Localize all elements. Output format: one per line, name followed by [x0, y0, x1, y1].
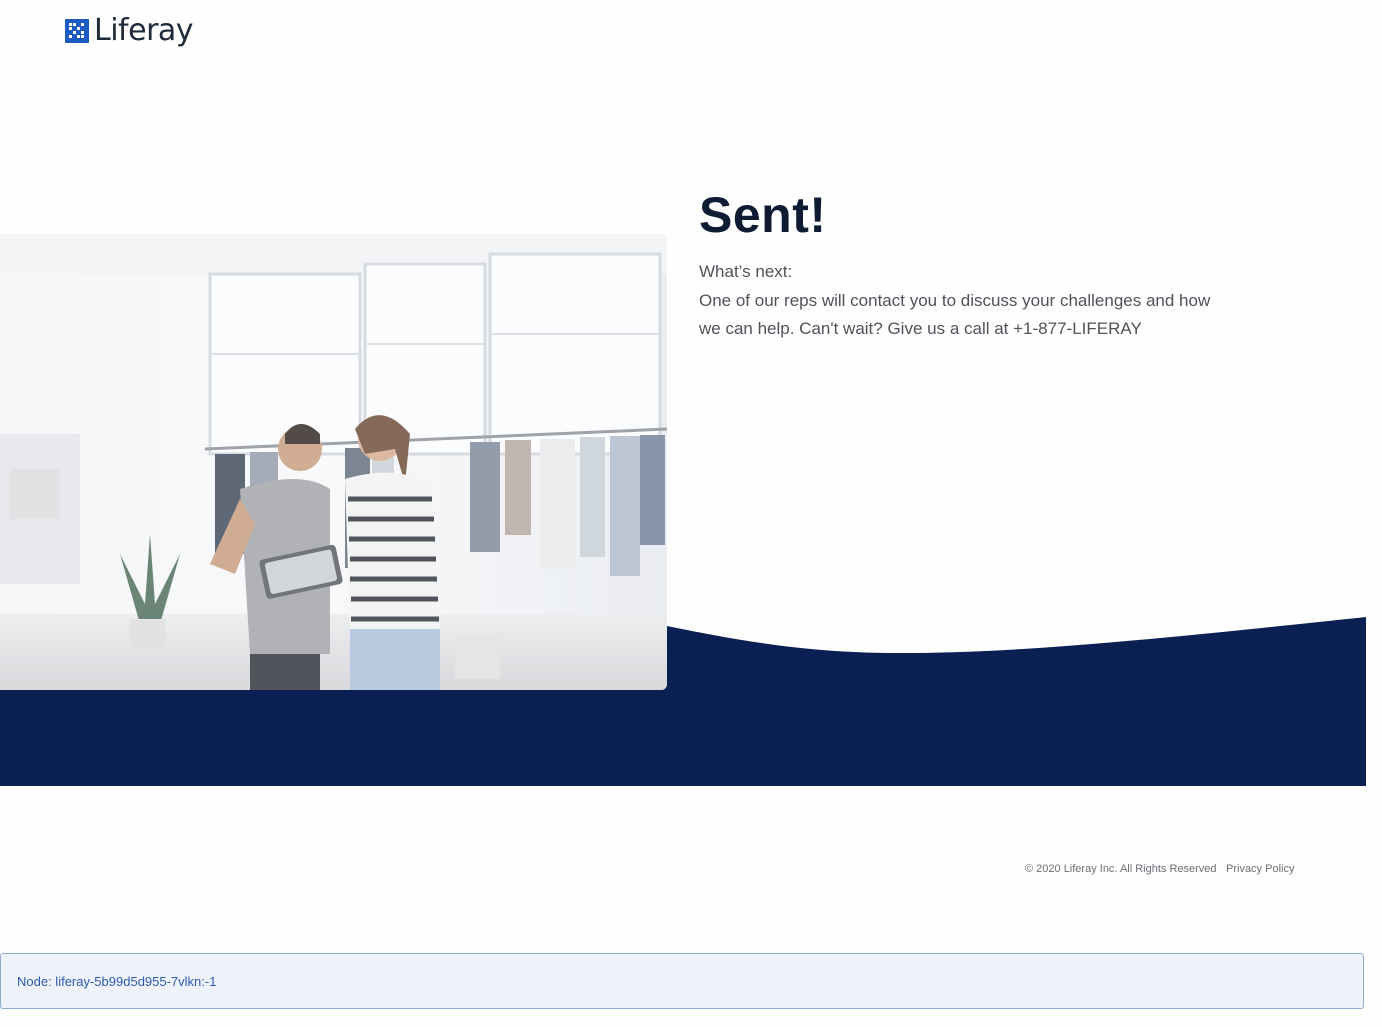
- privacy-policy-link[interactable]: Privacy Policy: [1226, 861, 1294, 877]
- liferay-logo-link[interactable]: Liferay: [65, 13, 194, 48]
- whats-next-message: One of our reps will contact you to disc…: [699, 291, 1211, 338]
- node-info-bar: Node: liferay-5b99d5d955-7vlkn:-1: [0, 953, 1364, 1009]
- store-scene-illustration: [0, 234, 667, 690]
- node-info-text: Node: liferay-5b99d5d955-7vlkn:-1: [17, 974, 217, 989]
- liferay-logo-glyph: [65, 19, 89, 43]
- page-title: Sent!: [699, 187, 827, 243]
- copyright-text: © 2020 Liferay Inc. All Rights Reserved: [1025, 863, 1217, 875]
- page: Liferay Sent! What’s next: One of our re…: [0, 0, 1382, 1027]
- hero-photo: [0, 234, 667, 690]
- whats-next-label: What’s next:: [699, 262, 793, 281]
- logo-text: Liferay: [94, 13, 194, 48]
- liferay-logo-icon: [65, 19, 89, 43]
